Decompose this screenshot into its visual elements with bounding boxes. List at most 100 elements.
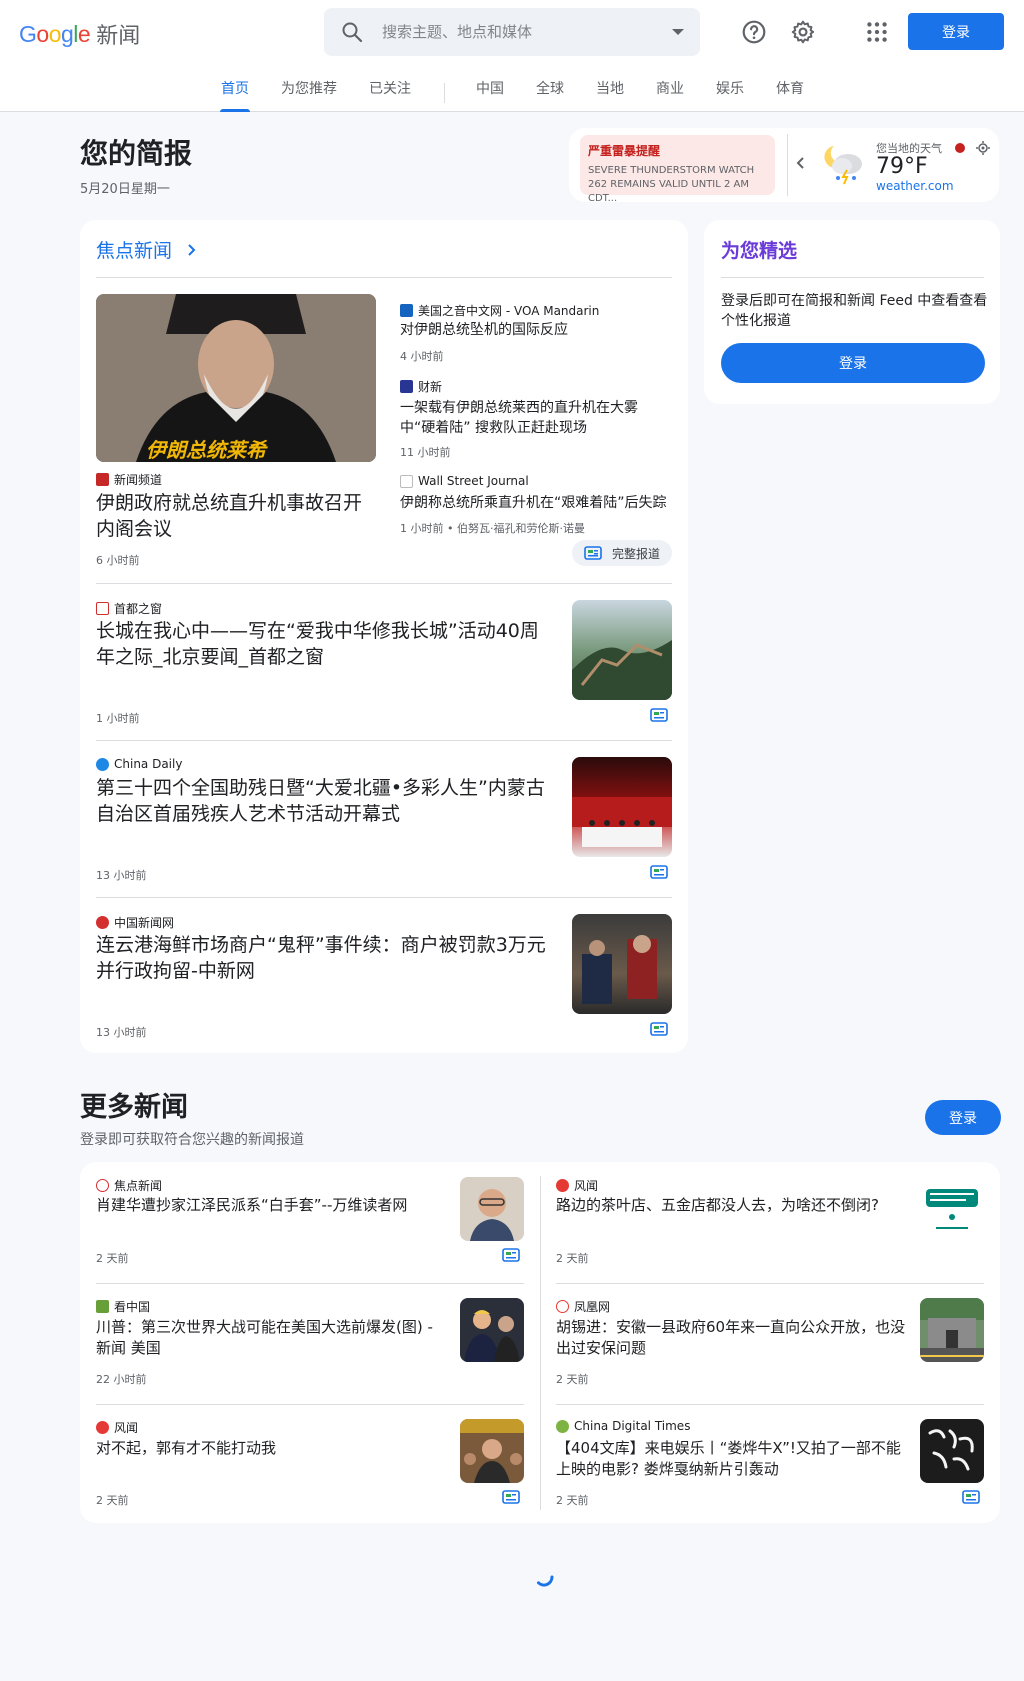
more-left-1-time: 2 天前 — [96, 1252, 129, 1265]
weather-card[interactable]: 严重雷暴提醒 SEVERE THUNDERSTORM WATCH 262 REM… — [569, 128, 999, 204]
source-logo-icon — [96, 1179, 109, 1192]
side-story-1-headline[interactable]: 对伊朗总统坠机的国际反应 — [400, 320, 670, 340]
source-logo-icon — [400, 380, 413, 393]
apps-icon[interactable] — [864, 19, 890, 45]
more-left-2-headline[interactable]: 川普：第三次世界大战可能在美国大选前爆发(图) - 新闻 美国 — [96, 1317, 446, 1359]
more-left-1-source[interactable]: 焦点新闻 — [96, 1177, 162, 1194]
story-3-source[interactable]: 中国新闻网 — [96, 914, 174, 931]
building-illustration — [920, 1298, 984, 1362]
divider — [96, 1283, 524, 1284]
full-coverage-icon[interactable] — [502, 1248, 520, 1262]
tab-business[interactable]: 商业 — [656, 78, 684, 112]
alert-dot-icon — [955, 143, 965, 153]
side-story-1-time: 4 小时前 — [400, 350, 444, 363]
picks-login-button[interactable]: 登录 — [721, 343, 985, 383]
alert-body: SEVERE THUNDERSTORM WATCH 262 REMAINS VA… — [588, 165, 755, 204]
more-left-2-source[interactable]: 看中国 — [96, 1298, 150, 1315]
full-coverage-icon[interactable] — [650, 708, 668, 722]
story-1-image[interactable] — [572, 600, 672, 700]
more-right-2-headline[interactable]: 胡锡进：安徽一县政府60年来一直向公众开放，也没出过安保问题 — [556, 1317, 906, 1359]
tab-sports[interactable]: 体育 — [776, 78, 804, 112]
story-2-image[interactable] — [572, 757, 672, 857]
more-left-3-image[interactable] — [460, 1419, 524, 1483]
full-coverage-icon[interactable] — [650, 865, 668, 879]
more-left-2-image[interactable] — [460, 1298, 524, 1362]
side-story-2-headline[interactable]: 一架载有伊朗总统莱西的直升机在大雾中“硬着陆” 搜救队正赶赴现场 — [400, 398, 660, 438]
more-right-1-time: 2 天前 — [556, 1252, 589, 1265]
more-left-1-headline[interactable]: 肖建华遭抄家江泽民派系“白手套”--万维读者网 — [96, 1195, 436, 1216]
tab-local[interactable]: 当地 — [596, 78, 624, 112]
story-1-source[interactable]: 首都之窗 — [96, 600, 162, 617]
more-left-3-headline[interactable]: 对不起，郭有才不能打动我 — [96, 1438, 436, 1459]
divider — [556, 1283, 984, 1284]
divider — [96, 1404, 524, 1405]
weather-alert[interactable]: 严重雷暴提醒 SEVERE THUNDERSTORM WATCH 262 REM… — [580, 135, 775, 204]
side-story-3-headline[interactable]: 伊朗称总统所乘直升机在“艰难着陆”后失踪 — [400, 493, 675, 513]
source-logo-icon — [96, 1421, 109, 1434]
loading-spinner-icon — [537, 1575, 554, 1587]
crowd-illustration — [460, 1419, 524, 1483]
story-2-time: 13 小时前 — [96, 869, 147, 882]
full-coverage-icon[interactable] — [502, 1490, 520, 1504]
top-stories-title[interactable]: 焦点新闻 — [96, 236, 196, 263]
search-icon[interactable] — [340, 20, 364, 44]
more-right-1-image[interactable] — [920, 1177, 984, 1241]
logo-wordmark: Google — [19, 20, 91, 47]
weather-source-link[interactable]: weather.com — [876, 179, 954, 193]
search-box[interactable] — [324, 8, 700, 56]
more-right-2-image[interactable] — [920, 1298, 984, 1362]
chevron-left-icon[interactable] — [796, 156, 806, 170]
divider — [721, 277, 984, 278]
tab-home[interactable]: 首页 — [220, 78, 250, 112]
more-right-2-source[interactable]: 凤凰网 — [556, 1298, 610, 1315]
top-stories-card: 焦点新闻 伊朗总统莱希 新闻频道 伊朗政府就总统直升机事故召开内阁会议 6 小时… — [80, 220, 688, 1053]
more-news-title: 更多新闻 — [80, 1092, 188, 1123]
story-3-image[interactable] — [572, 914, 672, 1014]
source-logo-icon — [96, 602, 109, 615]
more-right-3-headline[interactable]: 【404文库】来电娱乐丨“娄烨牛X”!又拍了一部不能上映的电影? 娄烨戛纳新片引… — [556, 1438, 906, 1480]
help-icon[interactable] — [741, 19, 767, 45]
divider — [96, 583, 672, 584]
full-coverage-button[interactable]: 完整报道 — [572, 540, 672, 566]
more-right-3-source[interactable]: China Digital Times — [556, 1419, 690, 1433]
tab-for-you[interactable]: 为您推荐 — [281, 78, 337, 112]
more-right-3-image[interactable] — [920, 1419, 984, 1483]
full-coverage-icon[interactable] — [650, 1022, 668, 1036]
lead-headline[interactable]: 伊朗政府就总统直升机事故召开内阁会议 — [96, 490, 378, 542]
tab-following[interactable]: 已关注 — [369, 78, 411, 112]
more-right-1-source[interactable]: 风闻 — [556, 1177, 598, 1194]
side-story-3-source[interactable]: Wall Street Journal — [400, 474, 529, 488]
login-button[interactable]: 登录 — [908, 13, 1004, 50]
search-dropdown-icon[interactable] — [672, 29, 684, 35]
more-left-1-image[interactable] — [460, 1177, 524, 1241]
story-1-headline[interactable]: 长城在我心中——写在“爱我中华修我长城”活动40周年之际_北京要闻_首都之窗 — [96, 618, 556, 670]
tab-china[interactable]: 中国 — [476, 78, 504, 112]
lead-image-caption: 伊朗总统莱希 — [146, 438, 266, 462]
full-coverage-icon[interactable] — [962, 1490, 980, 1504]
side-story-3-time: 1 小时前 • 伯努瓦·福孔和劳伦斯·诺曼 — [400, 522, 585, 535]
more-right-1-headline[interactable]: 路边的茶叶店、五金店都没人去，为啥还不倒闭? — [556, 1195, 896, 1216]
column-divider — [540, 1176, 541, 1510]
tab-world[interactable]: 全球 — [536, 78, 564, 112]
alert-title: 严重雷暴提醒 — [588, 144, 661, 158]
logo-suffix: 新闻 — [96, 24, 141, 49]
more-news-login-button[interactable]: 登录 — [925, 1100, 1001, 1135]
google-news-logo[interactable]: Google 新闻 — [19, 18, 140, 50]
story-2-headline[interactable]: 第三十四个全国助残日暨“大爱北疆•多彩人生”内蒙古自治区首届残疾人艺术节活动开幕… — [96, 775, 556, 827]
side-story-1-source[interactable]: 美国之音中文网 - VOA Mandarin — [400, 302, 599, 319]
more-left-3-source[interactable]: 风闻 — [96, 1419, 138, 1436]
lead-source[interactable]: 新闻频道 — [96, 471, 162, 488]
top-bar: Google 新闻 登录 首页 为您推荐 已关注 中国 全球 当地 商业 娱乐 … — [0, 0, 1024, 112]
source-logo-icon — [96, 916, 109, 929]
location-icon[interactable] — [976, 141, 990, 155]
settings-icon[interactable] — [790, 19, 816, 45]
story-3-headline[interactable]: 连云港海鲜市场商户“鬼秤”事件续：商户被罚款3万元并行政拘留-中新网 — [96, 932, 556, 984]
story-2-source[interactable]: China Daily — [96, 757, 182, 771]
tab-entertainment[interactable]: 娱乐 — [716, 78, 744, 112]
more-news-subtitle: 登录即可获取符合您兴趣的新闻报道 — [80, 1132, 304, 1148]
lead-story-image[interactable]: 伊朗总统莱希 — [96, 294, 376, 462]
more-news-card: 焦点新闻 肖建华遭抄家江泽民派系“白手套”--万维读者网 2 天前 看中国 川普… — [80, 1162, 1000, 1523]
story-3-time: 13 小时前 — [96, 1026, 147, 1039]
search-input[interactable] — [382, 23, 652, 41]
side-story-2-source[interactable]: 财新 — [400, 378, 442, 395]
